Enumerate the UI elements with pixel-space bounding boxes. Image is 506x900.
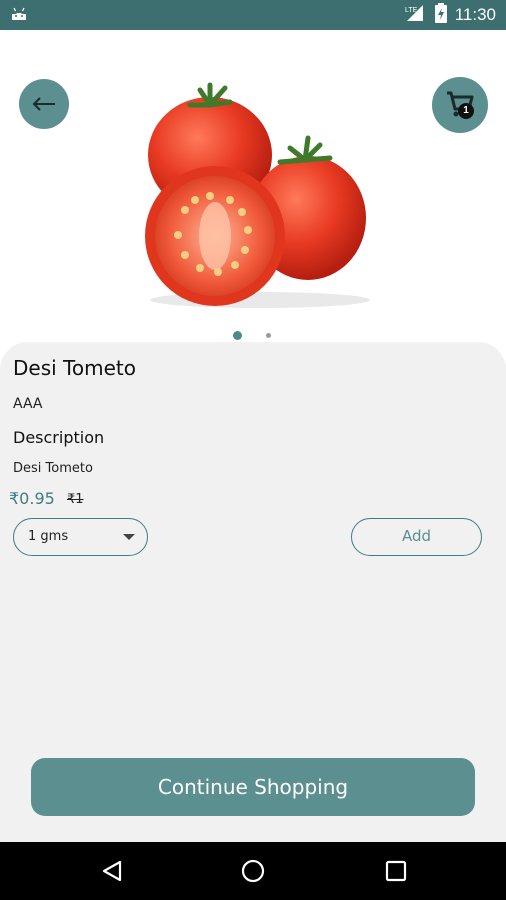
- add-to-cart-button[interactable]: Add: [351, 518, 482, 556]
- system-nav-bar: [0, 842, 506, 900]
- continue-shopping-button[interactable]: Continue Shopping: [31, 758, 475, 816]
- product-gallery[interactable]: 1: [0, 30, 506, 342]
- quantity-dropdown[interactable]: 1 gms: [13, 518, 148, 556]
- android-icon: [10, 6, 28, 26]
- status-time: 11:30: [454, 5, 496, 24]
- carousel-dot[interactable]: [266, 333, 271, 338]
- status-bar: LTE 11:30: [0, 0, 506, 30]
- svg-text:LTE: LTE: [405, 7, 418, 14]
- product-price: ₹0.95: [9, 489, 55, 508]
- recents-square-icon[interactable]: [384, 859, 408, 887]
- chevron-down-icon: [123, 534, 135, 540]
- arrow-left-icon: [31, 89, 57, 119]
- product-details-panel: Desi Tometo AAA Description Desi Tometo …: [0, 342, 506, 842]
- description-text: Desi Tometo: [13, 461, 93, 476]
- back-button[interactable]: [19, 79, 69, 129]
- back-triangle-icon[interactable]: [100, 859, 124, 887]
- product-name: Desi Tometo: [13, 356, 136, 380]
- carousel-dot-active[interactable]: [233, 331, 242, 340]
- quantity-selected: 1 gms: [28, 529, 69, 544]
- product-mrp: ₹1: [67, 492, 84, 507]
- battery-charging-icon: [434, 3, 447, 27]
- cart-count-badge: 1: [458, 103, 474, 119]
- lte-signal-icon: LTE: [403, 3, 427, 27]
- cart-button[interactable]: 1: [432, 77, 488, 133]
- product-brand: AAA: [13, 396, 43, 412]
- description-heading: Description: [13, 428, 105, 447]
- home-circle-icon[interactable]: [241, 859, 265, 887]
- tomato-image: [130, 60, 380, 314]
